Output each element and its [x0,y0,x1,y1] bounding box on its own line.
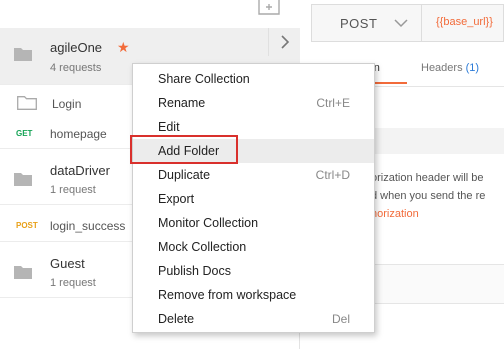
menu-item-shortcut: Ctrl+E [316,96,350,110]
folder-outline-icon [17,96,37,110]
menu-item-label: Duplicate [158,168,211,182]
menu-item-export[interactable]: Export [133,187,374,211]
menu-item-duplicate[interactable]: Duplicate Ctrl+D [133,163,374,187]
menu-item-shortcut: Ctrl+D [315,168,350,182]
auth-help-text-line1: orization header will be [371,172,484,184]
menu-item-publish-docs[interactable]: Publish Docs [133,259,374,283]
tab-headers-label: Headers [421,62,463,74]
collection-name: agileOne [50,40,103,55]
collection-name: dataDriver [50,163,110,178]
collection-request-count: 1 request [50,184,96,196]
menu-item-label: Rename [158,96,206,110]
request-name: homepage [50,127,107,141]
url-input[interactable]: {{base_url}} [436,16,493,28]
collection-name: Guest [50,256,85,271]
menu-item-share-collection[interactable]: Share Collection [133,67,374,91]
request-url-bar: POST {{base_url}} [311,4,504,42]
menu-item-remove-from-workspace[interactable]: Remove from workspace [133,283,374,307]
chevron-down-icon [394,19,408,28]
menu-item-delete[interactable]: Delete Del [133,307,374,331]
chevron-right-icon [281,35,290,49]
menu-item-mock-collection[interactable]: Mock Collection [133,235,374,259]
annotation-highlight-box [130,135,238,164]
folder-name: Login [52,97,82,111]
menu-item-rename[interactable]: Rename Ctrl+E [133,91,374,115]
tab-headers[interactable]: Headers (1) [421,62,479,74]
auth-help-link[interactable]: horization [371,208,419,220]
menu-item-label: Publish Docs [158,264,231,278]
star-icon[interactable]: ★ [117,39,130,56]
menu-item-label: Edit [158,120,180,134]
menu-item-monitor-collection[interactable]: Monitor Collection [133,211,374,235]
folder-icon [14,266,32,279]
method-select[interactable]: POST [312,5,422,41]
auth-help-text-line2: d when you send the re [371,190,486,202]
menu-item-label: Share Collection [158,72,250,86]
menu-item-shortcut: Del [331,312,350,326]
collection-context-menu: Share Collection Rename Ctrl+E Edit Add … [132,63,375,333]
new-collection-icon[interactable] [256,0,282,18]
collection-request-count: 4 requests [50,62,102,74]
collection-request-count: 1 request [50,277,96,289]
menu-item-label: Monitor Collection [158,216,259,230]
menu-item-label: Mock Collection [158,240,247,254]
method-badge-post: POST [16,221,38,230]
menu-item-label: Delete [158,312,195,326]
request-name: login_success [50,219,126,233]
method-select-value: POST [340,16,378,31]
folder-icon [14,48,32,61]
sidebar-toolbar [0,0,300,28]
menu-item-label: Remove from workspace [158,288,297,302]
method-badge-get: GET [16,129,33,138]
expand-collection-button[interactable] [268,28,300,56]
folder-icon [14,173,32,186]
tab-headers-count: (1) [465,62,480,74]
menu-item-label: Export [158,192,195,206]
